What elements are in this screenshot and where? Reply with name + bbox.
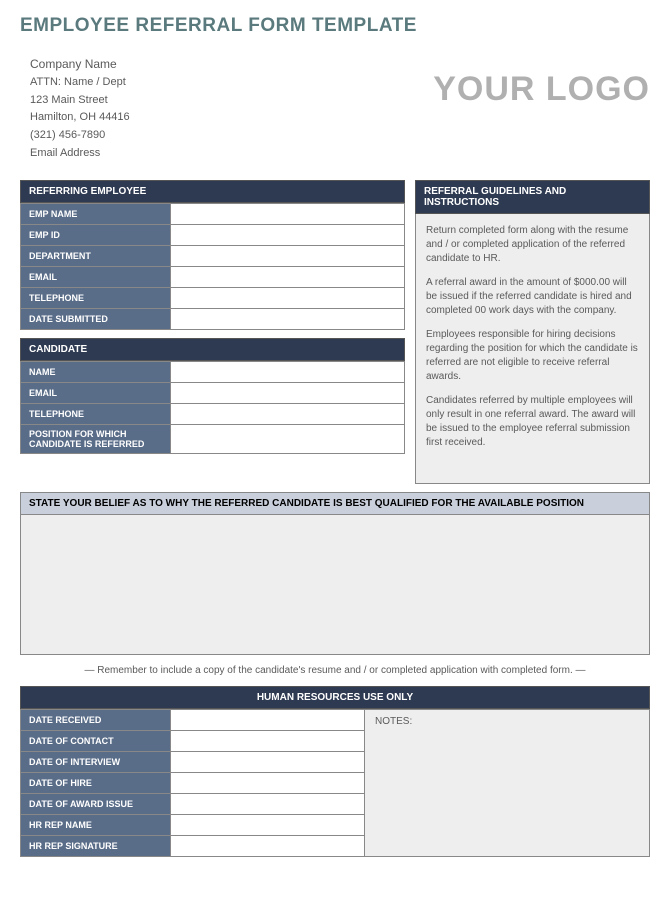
table-row: EMP ID [21, 225, 405, 246]
candidate-telephone-field[interactable] [171, 404, 405, 425]
field-label: DATE OF AWARD ISSUE [21, 794, 171, 815]
field-label: NAME [21, 362, 171, 383]
field-label: EMP NAME [21, 204, 171, 225]
department-field[interactable] [171, 246, 405, 267]
hr-rep-name-field[interactable] [171, 815, 365, 836]
table-row: DEPARTMENT [21, 246, 405, 267]
field-label: HR REP NAME [21, 815, 171, 836]
date-submitted-field[interactable] [171, 309, 405, 330]
date-received-field[interactable] [171, 710, 365, 731]
telephone-field[interactable] [171, 288, 405, 309]
field-label: DATE OF CONTACT [21, 731, 171, 752]
field-label: EMAIL [21, 383, 171, 404]
field-label: TELEPHONE [21, 404, 171, 425]
guidelines-header: REFERRAL GUIDELINES AND INSTRUCTIONS [415, 180, 650, 214]
table-row: HR REP NAME [21, 815, 365, 836]
guidelines-paragraph: Candidates referred by multiple employee… [426, 394, 639, 450]
belief-header: STATE YOUR BELIEF AS TO WHY THE REFERRED… [20, 492, 650, 515]
table-row: TELEPHONE [21, 288, 405, 309]
candidate-name-field[interactable] [171, 362, 405, 383]
notes-label: NOTES: [375, 716, 412, 727]
field-label: DATE RECEIVED [21, 710, 171, 731]
guidelines-paragraph: A referral award in the amount of $000.0… [426, 276, 639, 318]
table-row: POSITION FOR WHICH CANDIDATE IS REFERRED [21, 425, 405, 454]
emp-name-field[interactable] [171, 204, 405, 225]
table-row: DATE RECEIVED [21, 710, 365, 731]
guidelines-box: Return completed form along with the res… [415, 214, 650, 484]
logo-placeholder: YOUR LOGO [433, 70, 650, 109]
table-row: DATE OF INTERVIEW [21, 752, 365, 773]
date-contact-field[interactable] [171, 731, 365, 752]
table-row: EMAIL [21, 267, 405, 288]
date-interview-field[interactable] [171, 752, 365, 773]
referring-employee-table: EMP NAME EMP ID DEPARTMENT EMAIL TELEPHO… [20, 203, 405, 330]
field-label: TELEPHONE [21, 288, 171, 309]
notes-box[interactable]: NOTES: [365, 709, 650, 857]
table-row: HR REP SIGNATURE [21, 836, 365, 857]
table-row: DATE SUBMITTED [21, 309, 405, 330]
hr-table: DATE RECEIVED DATE OF CONTACT DATE OF IN… [20, 709, 365, 857]
field-label: DATE SUBMITTED [21, 309, 171, 330]
table-row: EMAIL [21, 383, 405, 404]
company-phone: (321) 456-7890 [30, 127, 650, 145]
table-row: EMP NAME [21, 204, 405, 225]
table-row: NAME [21, 362, 405, 383]
belief-textarea[interactable] [20, 515, 650, 655]
company-email: Email Address [30, 145, 650, 163]
referring-employee-header: REFERRING EMPLOYEE [20, 180, 405, 203]
table-row: TELEPHONE [21, 404, 405, 425]
document-title: EMPLOYEE REFERRAL FORM TEMPLATE [20, 15, 650, 37]
field-label: DATE OF INTERVIEW [21, 752, 171, 773]
field-label: DEPARTMENT [21, 246, 171, 267]
field-label: HR REP SIGNATURE [21, 836, 171, 857]
reminder-text: — Remember to include a copy of the cand… [20, 665, 650, 676]
candidate-table: NAME EMAIL TELEPHONE POSITION FOR WHICH … [20, 361, 405, 454]
email-field[interactable] [171, 267, 405, 288]
emp-id-field[interactable] [171, 225, 405, 246]
candidate-position-field[interactable] [171, 425, 405, 454]
guidelines-paragraph: Employees responsible for hiring decisio… [426, 328, 639, 384]
date-hire-field[interactable] [171, 773, 365, 794]
company-city: Hamilton, OH 44416 [30, 109, 650, 127]
candidate-email-field[interactable] [171, 383, 405, 404]
field-label: EMAIL [21, 267, 171, 288]
table-row: DATE OF HIRE [21, 773, 365, 794]
guidelines-paragraph: Return completed form along with the res… [426, 224, 639, 266]
field-label: POSITION FOR WHICH CANDIDATE IS REFERRED [21, 425, 171, 454]
hr-header: HUMAN RESOURCES USE ONLY [20, 686, 650, 709]
date-award-field[interactable] [171, 794, 365, 815]
table-row: DATE OF AWARD ISSUE [21, 794, 365, 815]
field-label: DATE OF HIRE [21, 773, 171, 794]
hr-rep-signature-field[interactable] [171, 836, 365, 857]
candidate-header: CANDIDATE [20, 338, 405, 361]
table-row: DATE OF CONTACT [21, 731, 365, 752]
field-label: EMP ID [21, 225, 171, 246]
